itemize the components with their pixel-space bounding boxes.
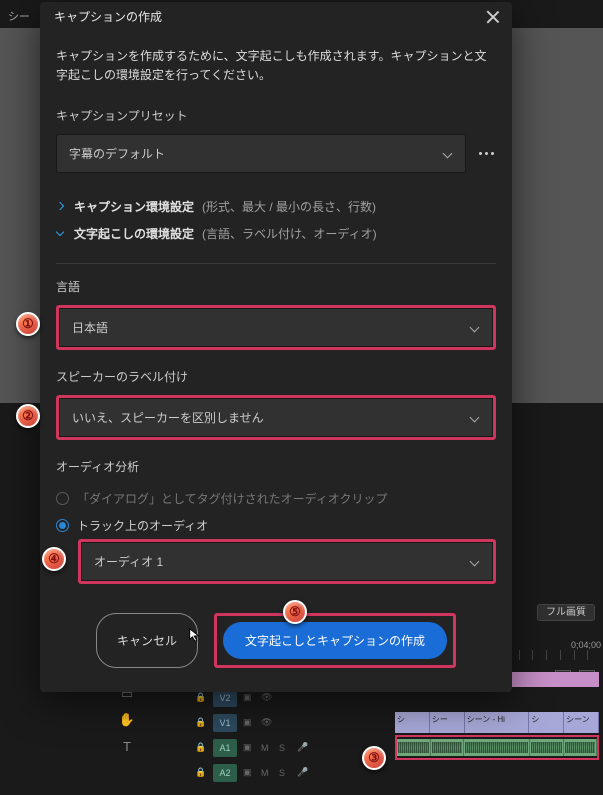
audio-clip[interactable] <box>564 739 598 756</box>
callout-1: ① <box>16 312 40 336</box>
audio-clip[interactable] <box>397 739 431 756</box>
audio-clip[interactable] <box>530 739 564 756</box>
mic-icon[interactable]: 🎤 <box>297 742 309 753</box>
close-icon[interactable] <box>484 9 500 25</box>
callout-5: ⑤ <box>283 600 307 624</box>
video-clip[interactable]: シ <box>529 712 564 733</box>
dialog-description: キャプションを作成するために、文字起こしも作成されます。キャプションと文字起こし… <box>56 47 496 85</box>
audio-label: オーディオ分析 <box>56 458 496 475</box>
hand-tool-icon[interactable]: ✋ <box>118 711 136 729</box>
caption-settings-expander[interactable]: キャプション環境設定 (形式、最大 / 最小の長さ、行数) <box>56 193 496 220</box>
callout-4: ④ <box>42 547 66 571</box>
eye-icon[interactable]: 👁 <box>261 692 273 703</box>
language-dropdown[interactable]: 日本語 <box>59 308 493 347</box>
video-clip[interactable]: シーン <box>564 712 599 733</box>
radio-track-label: トラック上のオーディオ <box>77 517 208 534</box>
audio-track-dropdown[interactable]: オーディオ 1 <box>81 542 493 581</box>
audio-clip[interactable] <box>431 739 465 756</box>
preset-label: キャプションプリセット <box>56 107 496 124</box>
video-clip[interactable]: シ <box>395 712 430 733</box>
mute-icon[interactable]: M <box>261 768 273 778</box>
transcription-settings-expander[interactable]: 文字起こしの環境設定 (言語、ラベル付け、オーディオ) <box>56 220 496 247</box>
chevron-down-icon <box>470 413 480 423</box>
fx-icon[interactable]: ▣ <box>243 767 255 778</box>
chevron-down-icon <box>470 323 480 333</box>
radio-dialog-tagged[interactable]: 「ダイアログ」としてタグ付けされたオーディオクリップ <box>56 485 496 512</box>
preset-value: 字幕のデフォルト <box>69 145 165 162</box>
caption-settings-hint: (形式、最大 / 最小の長さ、行数) <box>202 198 376 215</box>
callout-3: ③ <box>362 746 386 770</box>
create-captions-dialog: キャプションの作成 キャプションを作成するために、文字起こしも作成されます。キャ… <box>40 2 512 692</box>
caption-settings-title: キャプション環境設定 <box>74 198 194 215</box>
chevron-down-icon <box>56 229 66 239</box>
video-clip[interactable]: シー <box>430 712 465 733</box>
fx-icon[interactable]: ▣ <box>243 692 255 703</box>
cancel-button[interactable]: キャンセル <box>96 613 198 668</box>
fx-icon[interactable]: ▣ <box>243 717 255 728</box>
radio-track-audio[interactable]: トラック上のオーディオ <box>56 512 496 539</box>
chevron-down-icon <box>443 149 453 159</box>
speaker-dropdown[interactable]: いいえ、スピーカーを区別しません <box>59 398 493 437</box>
bg-tab: シー <box>8 8 30 24</box>
chevron-down-icon <box>470 557 480 567</box>
audio-clips[interactable] <box>397 739 597 756</box>
eye-icon[interactable]: 👁 <box>261 717 273 728</box>
lock-icon[interactable]: 🔒 <box>195 692 207 703</box>
preset-dropdown[interactable]: 字幕のデフォルト <box>56 134 466 173</box>
track-a1[interactable]: A1 <box>213 739 237 757</box>
solo-icon[interactable]: S <box>279 768 291 778</box>
lock-icon[interactable]: 🔒 <box>195 742 207 753</box>
radio-icon <box>56 519 69 532</box>
dialog-title: キャプションの作成 <box>54 8 162 25</box>
track-v1[interactable]: V1 <box>213 714 237 732</box>
create-captions-button[interactable]: 文字起こしとキャプションの作成 <box>223 622 447 659</box>
track-a2[interactable]: A2 <box>213 764 237 782</box>
full-quality-button[interactable]: フル画質 <box>537 604 595 621</box>
radio-icon <box>56 492 69 505</box>
speaker-value: いいえ、スピーカーを区別しません <box>72 409 264 426</box>
lock-icon[interactable]: 🔒 <box>195 767 207 778</box>
mute-icon[interactable]: M <box>261 743 273 753</box>
solo-icon[interactable]: S <box>279 743 291 753</box>
audio-track-value: オーディオ 1 <box>94 553 163 570</box>
chevron-right-icon <box>56 202 66 212</box>
language-value: 日本語 <box>72 319 108 336</box>
mic-icon[interactable]: 🎤 <box>297 767 309 778</box>
more-options-icon[interactable] <box>476 152 496 155</box>
fx-icon[interactable]: ▣ <box>243 742 255 753</box>
audio-clip[interactable] <box>464 739 530 756</box>
transcription-settings-hint: (言語、ラベル付け、オーディオ) <box>202 225 377 242</box>
timecode: 0;04;00 <box>571 640 601 650</box>
transcription-settings-title: 文字起こしの環境設定 <box>74 225 194 242</box>
lock-icon[interactable]: 🔒 <box>195 717 207 728</box>
speaker-label: スピーカーのラベル付け <box>56 368 496 385</box>
type-tool-icon[interactable]: T <box>118 737 136 755</box>
radio-dialog-label: 「ダイアログ」としてタグ付けされたオーディオクリップ <box>77 490 388 507</box>
language-label: 言語 <box>56 278 496 295</box>
callout-2: ② <box>16 404 40 428</box>
video-clip[interactable]: シーン - Hi <box>465 712 530 733</box>
video-clips[interactable]: シ シー シーン - Hi シ シーン <box>395 712 599 733</box>
